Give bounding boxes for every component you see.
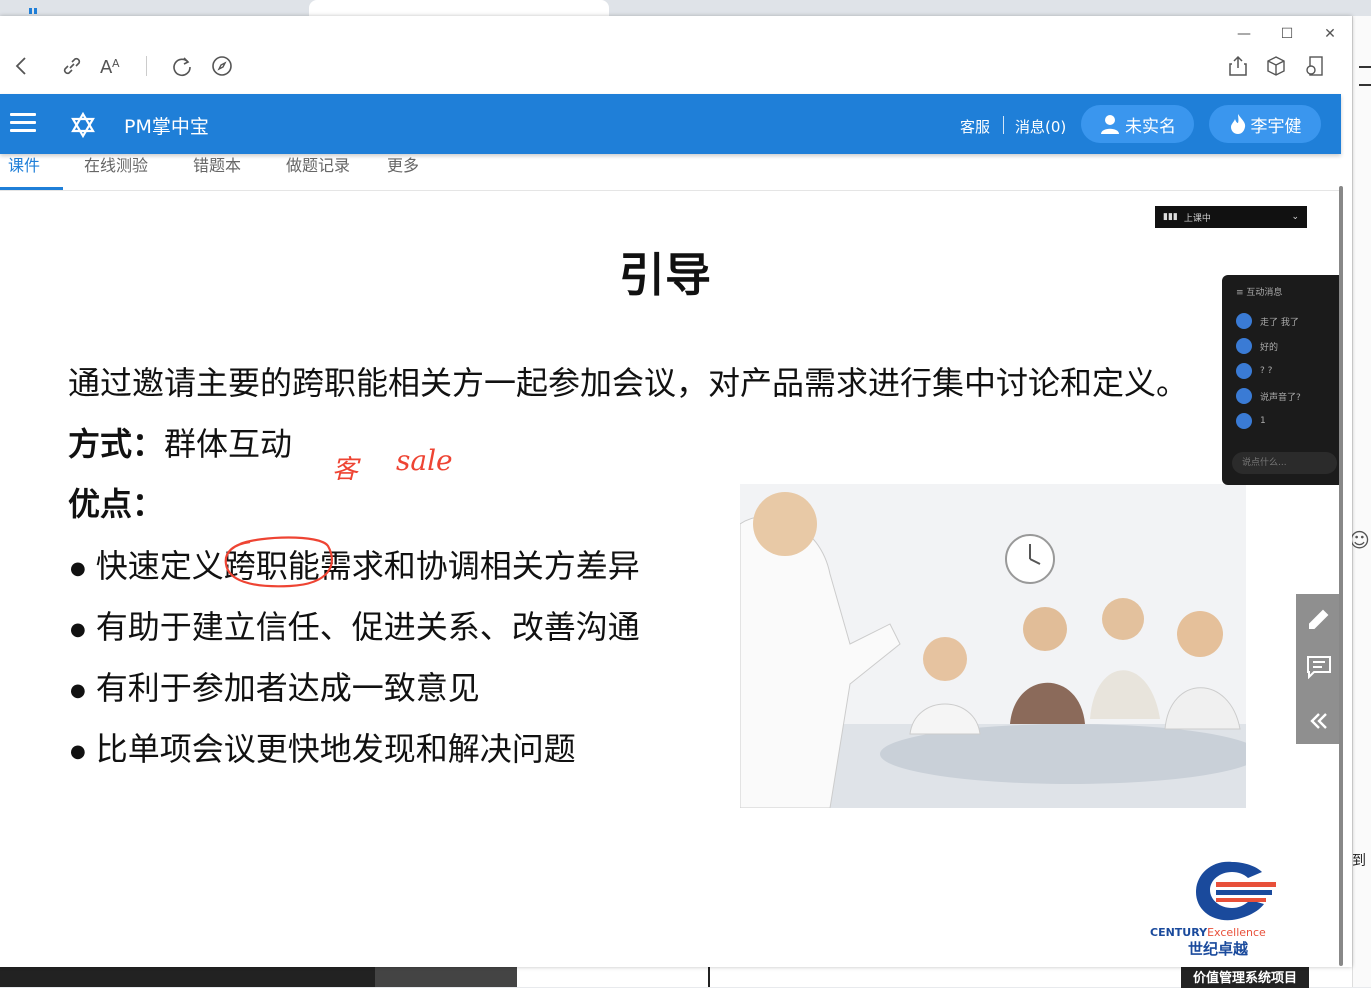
slide-viewer: 引导 通过邀请主要的跨职能相关方一起参加会议，对产品需求进行集中讨论和定义。 方… — [0, 191, 1341, 967]
link-icon[interactable] — [60, 54, 84, 78]
user-profile-button[interactable]: 李宇健 — [1209, 105, 1321, 143]
advantages-label: 优点： — [68, 485, 165, 523]
flame-icon — [1230, 114, 1245, 134]
background-divider — [708, 967, 710, 987]
logo-text-cn: 世纪卓越 — [1188, 940, 1249, 958]
chat-message: 说声音了? — [1236, 388, 1301, 404]
avatar — [1236, 313, 1252, 329]
app-tab-icon[interactable] — [28, 6, 40, 16]
compass-icon[interactable] — [210, 54, 234, 78]
menu-icon[interactable] — [10, 113, 36, 135]
side-toolbar — [1296, 594, 1341, 744]
tab-online-test[interactable]: 在线测验 — [84, 152, 148, 176]
method-value: 群体互动 — [164, 425, 293, 463]
user-icon — [1101, 115, 1119, 134]
collapse-icon[interactable] — [1296, 698, 1341, 743]
chat-panel: ≡ 互动消息 走了 我了 好的 ? ? 说声音了? 1 说点什么... — [1222, 275, 1341, 485]
live-status: 上课中 — [1183, 213, 1211, 224]
user-name: 李宇健 — [1250, 116, 1302, 137]
share-icon[interactable] — [1226, 54, 1250, 78]
active-tab-indicator — [0, 187, 63, 190]
chat-message: ? ? — [1236, 363, 1272, 379]
tab-wrong-questions[interactable]: 错题本 — [193, 152, 241, 176]
avatar — [1236, 388, 1252, 404]
avatar — [1236, 363, 1252, 379]
tab-more[interactable]: 更多 — [387, 152, 419, 176]
header-divider — [1003, 116, 1004, 134]
close-button[interactable]: ✕ — [1320, 24, 1340, 44]
font-size-icon[interactable]: AA — [99, 54, 123, 78]
chat-input[interactable]: 说点什么... — [1232, 452, 1337, 474]
live-status-bar[interactable]: ▮▮▮ 上课中 ⌄ — [1155, 206, 1307, 228]
realname-button[interactable]: 未实名 — [1081, 105, 1194, 143]
messages-link[interactable]: 消息(0) — [1015, 116, 1066, 137]
avatar — [1236, 338, 1252, 354]
chat-message: 好的 — [1236, 338, 1278, 354]
signal-icon: ▮▮▮ — [1163, 212, 1178, 222]
scrollbar-thumb[interactable] — [1339, 186, 1343, 966]
slide-intro: 通过邀请主要的跨职能相关方一起参加会议，对产品需求进行集中讨论和定义。 — [68, 364, 1189, 402]
avatar — [1236, 413, 1252, 429]
scrollbar[interactable] — [1339, 171, 1345, 966]
minimize-button[interactable]: — — [1234, 24, 1254, 44]
star-of-david-icon[interactable] — [70, 112, 96, 138]
tab-courseware[interactable]: 课件 — [8, 152, 40, 176]
meeting-photo — [740, 484, 1246, 808]
bullet-item: ● 有助于建立信任、促进关系、改善沟通 — [70, 608, 640, 646]
bullet-item: ● 比单项会议更快地发现和解决问题 — [70, 730, 576, 768]
chat-message: 1 — [1236, 413, 1266, 429]
method-label: 方式： — [68, 425, 165, 463]
browser-window: AA — ☐ ✕ PM掌中宝 客服 消息(0) 未实名 李宇健 课件 在线测验 … — [0, 16, 1352, 967]
refresh-icon[interactable] — [170, 54, 194, 78]
chat-message: 走了 我了 — [1236, 313, 1299, 329]
pencil-icon[interactable] — [1296, 596, 1341, 641]
chat-header: ≡ 互动消息 — [1236, 288, 1283, 298]
emoji-icon[interactable]: ☺ — [1349, 528, 1370, 552]
century-excellence-logo: CENTURYExcellence 世纪卓越 — [1150, 856, 1330, 958]
handwritten-circle — [224, 536, 333, 588]
handwritten-annotation: 客 — [332, 455, 359, 485]
toolbar-separator — [146, 56, 147, 76]
taskbar-label: 价值管理系统项目 — [1181, 965, 1310, 988]
realname-label: 未实名 — [1125, 116, 1176, 137]
browser-tab-active[interactable] — [309, 0, 609, 16]
method-line: 方式：群体互动 — [68, 419, 292, 465]
app-header: PM掌中宝 客服 消息(0) 未实名 李宇健 — [0, 94, 1341, 154]
slide-title: 引导 — [619, 248, 711, 302]
svg-text:A: A — [112, 57, 120, 70]
background-text: 到 — [1352, 853, 1366, 869]
bullet-item: ● 快速定义跨职能需求和协调相关方差异 — [70, 547, 640, 585]
browser-tab-strip — [0, 0, 1371, 16]
background-window-edge — [1352, 16, 1371, 987]
bullet-item: ● 有利于参加者达成一致意见 — [70, 669, 480, 707]
back-icon[interactable] — [9, 54, 33, 78]
customer-service-link[interactable]: 客服 — [960, 116, 990, 137]
comment-icon[interactable] — [1296, 644, 1341, 689]
cube-icon[interactable] — [1264, 54, 1288, 78]
extension-icon[interactable] — [1303, 54, 1327, 78]
background-dark-region-2 — [375, 967, 517, 987]
app-title: PM掌中宝 — [124, 116, 209, 138]
tab-practice-records[interactable]: 做题记录 — [286, 152, 350, 176]
handwritten-annotation: sale — [396, 444, 453, 477]
browser-toolbar: AA — ☐ ✕ — [0, 16, 1352, 94]
maximize-button[interactable]: ☐ — [1277, 24, 1297, 44]
dropdown-chevron-icon[interactable]: ⌄ — [1291, 212, 1299, 222]
